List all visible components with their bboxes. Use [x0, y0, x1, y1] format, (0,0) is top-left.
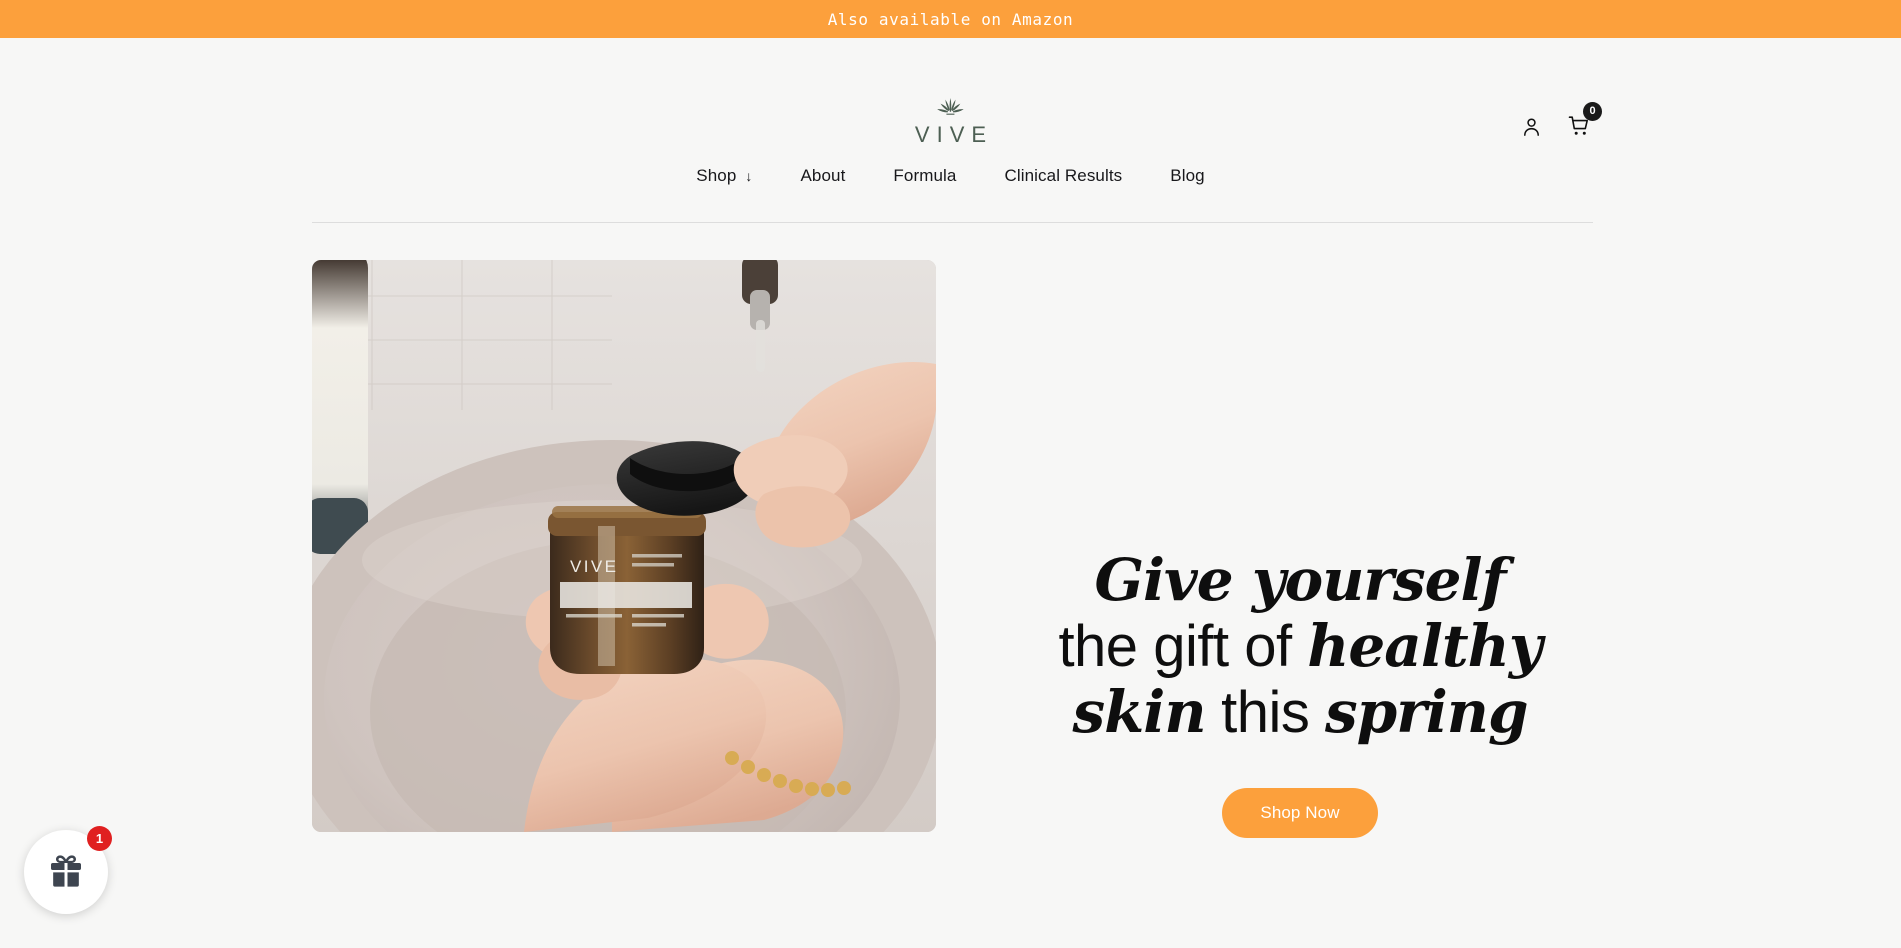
- gift-badge-count: 1: [87, 826, 112, 851]
- shop-now-button[interactable]: Shop Now: [1222, 787, 1378, 838]
- site-logo[interactable]: VIVE: [908, 96, 993, 148]
- hero-heading: Give yourself the gift of healthy skin t…: [1050, 548, 1550, 746]
- hemp-leaf-icon: [935, 96, 965, 118]
- hero-product-image: VIVE: [312, 260, 936, 832]
- hero-heading-em-4: spring: [1325, 677, 1529, 746]
- gift-rewards-widget[interactable]: 1: [24, 826, 112, 914]
- site-header: VIVE 0 Shop ↓ About Formula Clinical Res…: [0, 38, 1901, 223]
- gift-box-icon: [46, 851, 86, 894]
- account-button[interactable]: [1520, 115, 1543, 138]
- hero-heading-em-2: healthy: [1307, 611, 1542, 680]
- hero-heading-text-3: this: [1205, 679, 1325, 745]
- cart-count-badge: 0: [1583, 102, 1602, 121]
- announcement-text: Also available on Amazon: [827, 9, 1074, 29]
- hero-section: VIVE Give yourself the gift of healthy s…: [0, 180, 1901, 948]
- hero-copy: Give yourself the gift of healthy skin t…: [1000, 260, 1600, 838]
- header-actions: 0: [1520, 102, 1602, 141]
- hero-heading-em-3: skin: [1072, 677, 1206, 746]
- shopping-cart-icon: [1567, 116, 1591, 141]
- announcement-bar: Also available on Amazon: [0, 0, 1901, 38]
- hero-heading-em-1: Give yourself: [1094, 546, 1506, 614]
- logo-wordmark: VIVE: [914, 122, 994, 147]
- hero-heading-text-2: gift of: [1153, 613, 1308, 679]
- hero-heading-text-1: the: [1058, 613, 1138, 679]
- cart-button[interactable]: 0: [1567, 102, 1602, 141]
- person-icon: [1520, 117, 1543, 141]
- svg-text:VIVE: VIVE: [570, 557, 618, 576]
